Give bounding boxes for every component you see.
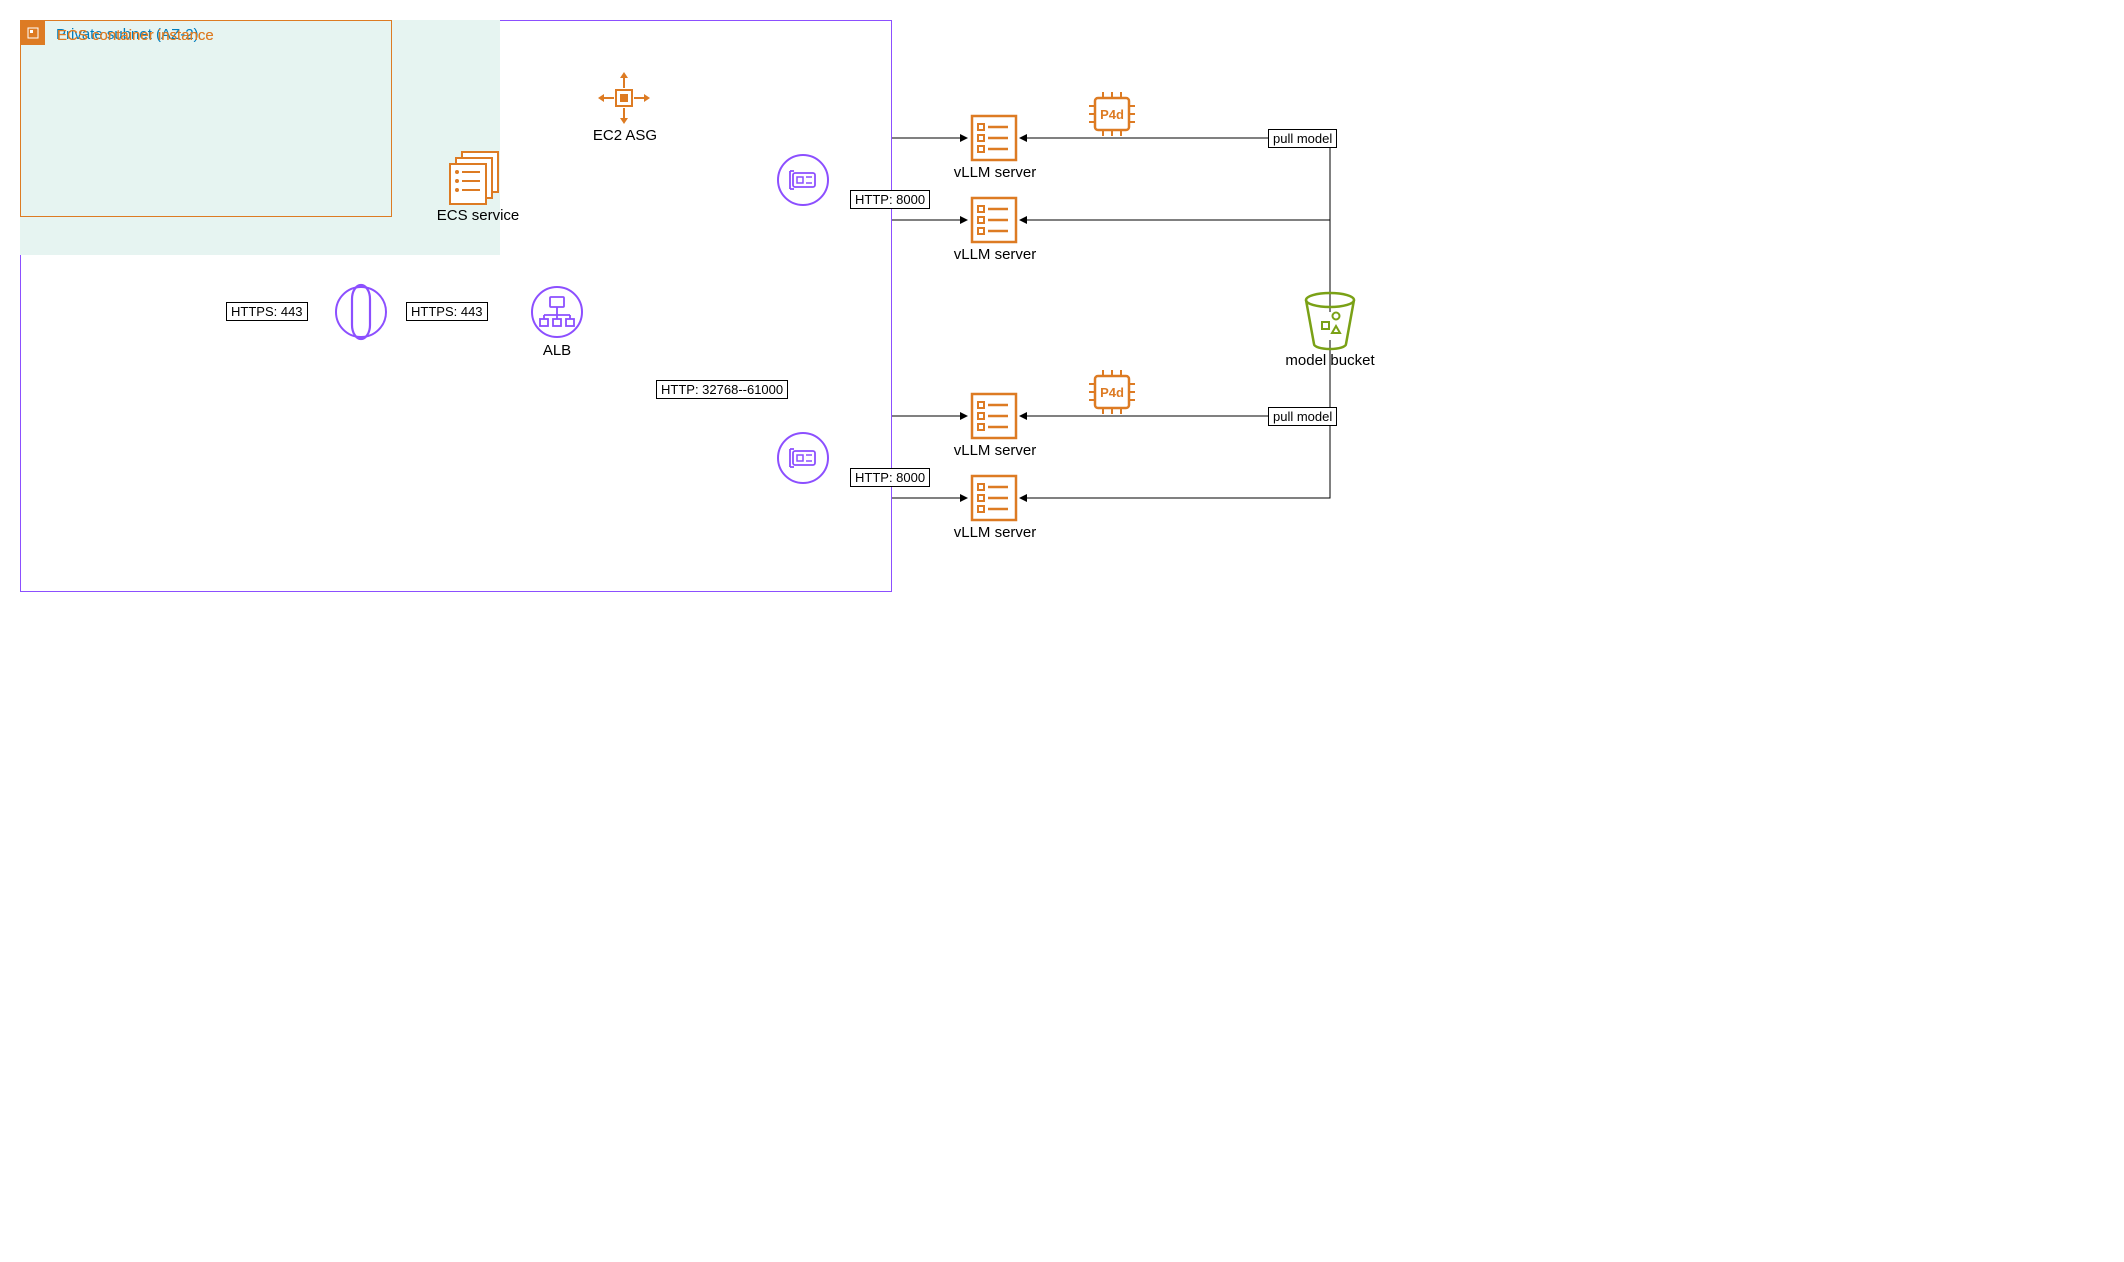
vllm-server-icon-2a — [970, 392, 1018, 440]
vllm-server-icon-1a — [970, 114, 1018, 162]
ec2-asg-icon — [596, 70, 652, 126]
vllm-server-2a-label: vLLM server — [950, 442, 1040, 459]
ec2-asg-label: EC2 ASG — [590, 127, 660, 144]
alb-label: ALB — [530, 342, 584, 359]
vllm-server-1a-label: vLLM server — [950, 164, 1040, 181]
edge-http-dyn: HTTP: 32768--61000 — [656, 380, 788, 399]
vllm-server-1b-label: vLLM server — [950, 246, 1040, 263]
edge-https-2: HTTPS: 443 — [406, 302, 488, 321]
edge-http-8000-1: HTTP: 8000 — [850, 190, 930, 209]
p4d-chip-icon-1: P4d — [1085, 90, 1139, 138]
ecs-service-label: ECS service — [433, 207, 523, 224]
vllm-server-2b-label: vLLM server — [950, 524, 1040, 541]
edge-http-8000-2: HTTP: 8000 — [850, 468, 930, 487]
vllm-server-icon-1b — [970, 196, 1018, 244]
edge-pull-model-1: pull model — [1268, 129, 1337, 148]
internet-gateway-icon — [334, 285, 388, 339]
p4d-chip-icon-2: P4d — [1085, 368, 1139, 416]
s3-bucket-icon — [1300, 290, 1360, 350]
group-ecs-instance-2-label: ECS container instance — [57, 27, 214, 44]
eni-icon-1 — [776, 153, 830, 207]
svg-text:P4d: P4d — [1100, 107, 1124, 122]
architecture-diagram: PFN/PFE VPC Public subnet Private subnet… — [20, 20, 1480, 880]
model-bucket-label: model bucket — [1280, 352, 1380, 369]
edge-pull-model-2: pull model — [1268, 407, 1337, 426]
ecs-instance-icon — [21, 21, 45, 45]
svg-text:P4d: P4d — [1100, 385, 1124, 400]
vllm-server-icon-2b — [970, 474, 1018, 522]
ecs-service-icon — [446, 150, 506, 204]
group-ecs-instance-2: ECS container instance — [20, 20, 392, 217]
alb-icon — [530, 285, 584, 339]
eni-icon-2 — [776, 431, 830, 485]
edge-https-1: HTTPS: 443 — [226, 302, 308, 321]
